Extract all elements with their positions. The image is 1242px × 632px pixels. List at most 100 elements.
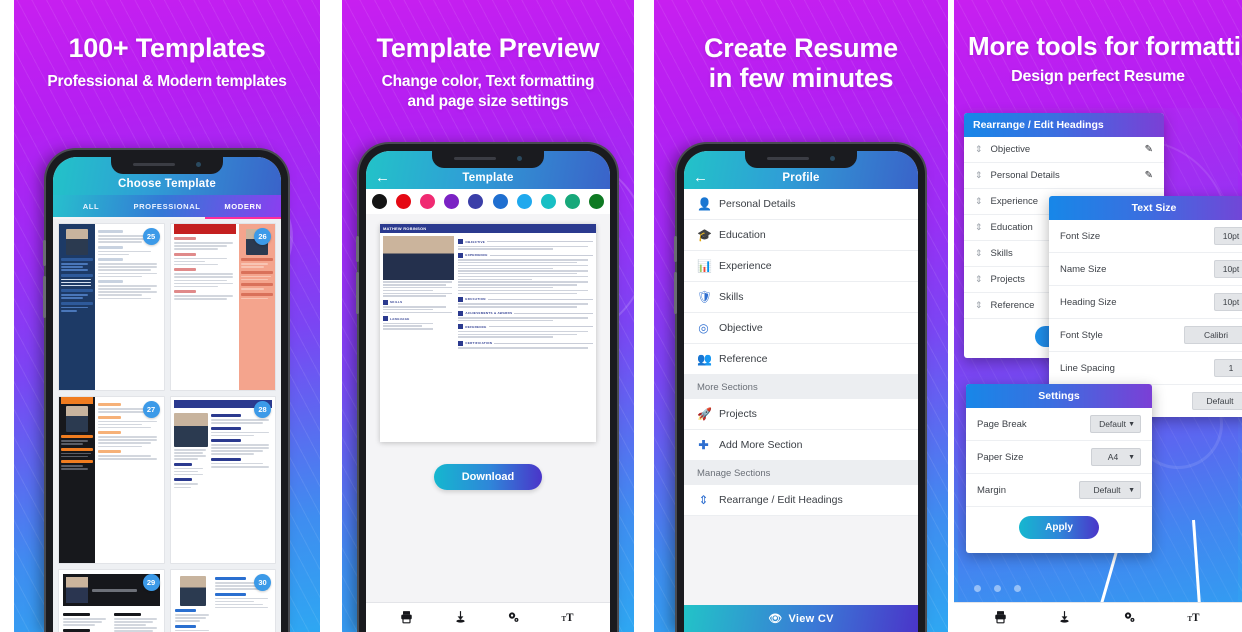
heading-row-objective[interactable]: ⇕ Objective ✎ xyxy=(964,137,1164,163)
phone-mockup: ← Template MATHEW ROBINSON SKILLS LANGUA… xyxy=(356,144,617,632)
font-style-value[interactable]: Calibri xyxy=(1184,326,1242,344)
phone-volume-button xyxy=(356,272,359,314)
edit-pencil-icon[interactable]: ✎ xyxy=(1145,144,1153,155)
apply-button[interactable]: Apply xyxy=(1019,516,1099,539)
heading-size-value[interactable]: 10pt xyxy=(1214,293,1242,311)
carousel-dot[interactable] xyxy=(994,585,1001,592)
setting-row-name-size[interactable]: Name Size 10pt xyxy=(1049,253,1242,286)
resume-section-title: OBJECTIVE xyxy=(465,239,486,244)
template-badge: 25 xyxy=(142,228,160,245)
list-item-projects[interactable]: 🚀 Projects xyxy=(684,399,918,430)
color-swatch-green[interactable] xyxy=(564,194,580,209)
color-swatch-pink[interactable] xyxy=(420,194,436,209)
bottom-toolbar[interactable]: TT xyxy=(954,602,1242,632)
speaker-icon xyxy=(767,157,809,160)
list-item-objective[interactable]: ◎ Objective xyxy=(684,313,918,344)
headline-sub: Design perfect Resume xyxy=(1011,68,1185,86)
drag-handle-icon[interactable]: ⇕ xyxy=(975,145,983,154)
name-size-value[interactable]: 10pt xyxy=(1214,260,1242,278)
setting-row-margin[interactable]: Margin Default ▼ xyxy=(966,474,1152,507)
phone-volume-button xyxy=(43,240,46,266)
setting-label: Font Size xyxy=(1060,230,1101,242)
color-swatch-dark-green[interactable] xyxy=(588,194,604,209)
margin-select[interactable]: Default ▼ xyxy=(1079,481,1141,499)
download-button[interactable]: Download xyxy=(433,464,543,490)
app-bar-title: Choose Template xyxy=(118,178,216,190)
printer-icon[interactable] xyxy=(399,610,414,626)
line-spacing-value[interactable]: 1 xyxy=(1214,359,1242,377)
drag-handle-icon[interactable]: ⇕ xyxy=(975,171,983,180)
paper-size-select[interactable]: A4 ▼ xyxy=(1091,448,1141,466)
speaker-icon xyxy=(454,157,496,160)
back-arrow-icon[interactable]: ← xyxy=(693,170,708,185)
list-item-personal-details[interactable]: 👤 Personal Details xyxy=(684,189,918,220)
phone-volume-button xyxy=(43,276,46,318)
text-size-icon[interactable]: TT xyxy=(1186,610,1203,626)
phone-notch xyxy=(745,151,857,168)
color-swatch-black[interactable] xyxy=(372,194,387,209)
template-card[interactable]: 25 xyxy=(58,223,165,391)
setting-row-font-style[interactable]: Font Style Calibri xyxy=(1049,319,1242,352)
graduation-cap-icon: 🎓 xyxy=(697,228,712,242)
text-size-icon[interactable]: TT xyxy=(560,610,577,626)
back-arrow-icon[interactable]: ← xyxy=(375,170,390,185)
edit-pencil-icon[interactable]: ✎ xyxy=(1145,170,1153,181)
setting-label: Font Style xyxy=(1060,329,1103,341)
template-category-tabs[interactable]: ALL PROFESSIONAL MODERN xyxy=(53,195,281,217)
color-swatch-red[interactable] xyxy=(396,194,412,209)
template-badge: 27 xyxy=(142,401,160,418)
list-item-reference[interactable]: 👥 Reference xyxy=(684,344,918,375)
list-item-education[interactable]: 🎓 Education xyxy=(684,220,918,251)
drag-handle-icon[interactable]: ⇕ xyxy=(975,301,983,310)
color-swatch-light-blue[interactable] xyxy=(516,194,532,209)
heading-row-personal-details[interactable]: ⇕ Personal Details ✎ xyxy=(964,163,1164,189)
phone-screen: ← Profile 👤 Personal Details 🎓 Education… xyxy=(684,151,918,632)
bottom-toolbar[interactable]: TT xyxy=(366,602,610,632)
resume-document-preview[interactable]: MATHEW ROBINSON SKILLS LANGUAGE OBJECTIV… xyxy=(380,224,596,442)
list-item-rearrange-edit-headings[interactable]: ⇕ Rearrange / Edit Headings xyxy=(684,485,918,516)
tab-professional[interactable]: PROFESSIONAL xyxy=(129,202,205,211)
font-size-value[interactable]: 10pt xyxy=(1214,227,1242,245)
settings-gears-icon[interactable] xyxy=(1122,610,1137,626)
color-swatch-purple[interactable] xyxy=(444,194,460,209)
setting-row-paper-size[interactable]: Paper Size A4 ▼ xyxy=(966,441,1152,474)
template-card[interactable]: 28 xyxy=(169,396,276,564)
text-alignment-value[interactable]: Default xyxy=(1192,392,1242,410)
color-swatch-row[interactable] xyxy=(366,189,610,214)
carousel-dot[interactable] xyxy=(974,585,981,592)
list-item-skills[interactable]: 🛡 Skills xyxy=(684,282,918,313)
panel-profile: Create Resume in few minutes ← Profile 👤 xyxy=(654,0,948,632)
template-card[interactable]: 26 xyxy=(169,223,276,391)
setting-row-page-break[interactable]: Page Break Default ▼ xyxy=(966,408,1152,441)
template-card[interactable]: 30 xyxy=(169,569,276,632)
tab-modern[interactable]: MODERN xyxy=(205,202,281,211)
svg-text:T: T xyxy=(566,612,574,624)
printer-icon[interactable] xyxy=(993,610,1008,626)
template-card[interactable]: 29 xyxy=(58,569,165,632)
drag-handle-icon[interactable]: ⇕ xyxy=(975,223,983,232)
color-swatch-blue[interactable] xyxy=(492,194,508,209)
download-icon[interactable] xyxy=(453,610,468,626)
drag-handle-icon[interactable]: ⇕ xyxy=(975,249,983,258)
setting-row-heading-size[interactable]: Heading Size 10pt xyxy=(1049,286,1242,319)
margin-value: Default xyxy=(1093,485,1121,495)
drag-handle-icon[interactable]: ⇕ xyxy=(975,275,983,284)
drag-handle-icon[interactable]: ⇕ xyxy=(975,197,983,206)
setting-row-font-size[interactable]: Font Size 10pt xyxy=(1049,220,1242,253)
page-break-select[interactable]: Default ▼ xyxy=(1090,415,1141,433)
download-icon[interactable] xyxy=(1057,610,1072,626)
carousel-dot[interactable] xyxy=(1014,585,1021,592)
view-cv-button[interactable]: 👁 View CV xyxy=(684,605,918,632)
template-card[interactable]: 27 xyxy=(58,396,165,564)
list-item-experience[interactable]: 📊 Experience xyxy=(684,251,918,282)
phone-screen: Choose Template ALL PROFESSIONAL MODERN … xyxy=(53,157,281,632)
tab-all[interactable]: ALL xyxy=(53,202,129,211)
setting-label: Paper Size xyxy=(977,451,1024,463)
setting-row-line-spacing[interactable]: Line Spacing 1 xyxy=(1049,352,1242,385)
list-item-add-more-section[interactable]: ✚ Add More Section xyxy=(684,430,918,461)
color-swatch-teal[interactable] xyxy=(540,194,556,209)
color-swatch-dark-blue[interactable] xyxy=(468,194,484,209)
settings-gears-icon[interactable] xyxy=(506,610,521,626)
page-break-value: Default xyxy=(1099,419,1126,429)
template-badge: 28 xyxy=(254,401,271,418)
